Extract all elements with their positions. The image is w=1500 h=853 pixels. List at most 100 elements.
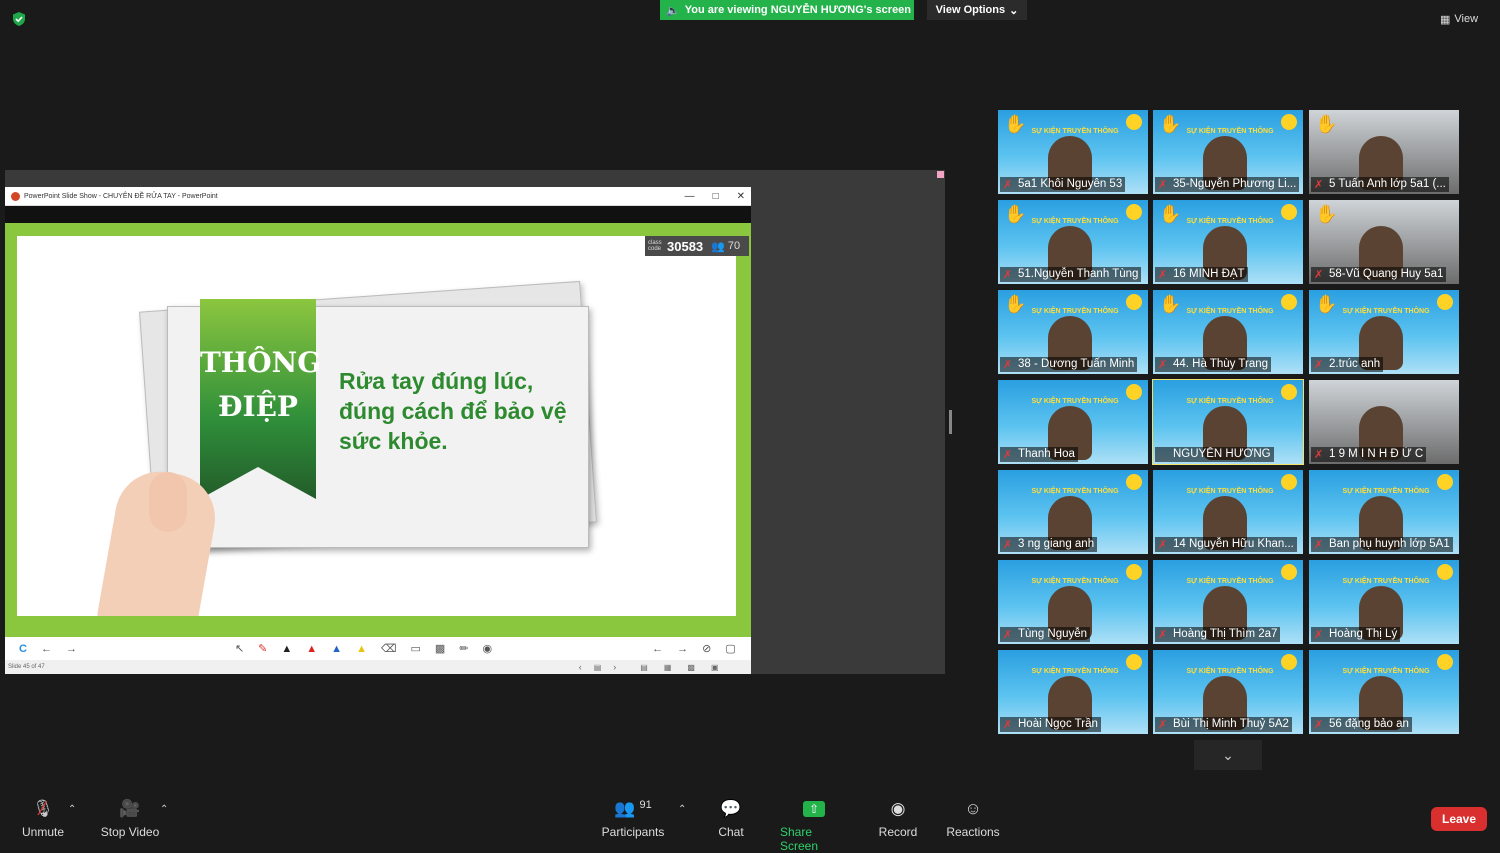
video-options-caret[interactable]: ⌃ [160,804,168,815]
participant-tile[interactable]: SỰ KIỆN TRUYỀN THÔNG Hoàng Thị Lý ✗ [1309,560,1459,644]
tile-banner: SỰ KIỆN TRUYỀN THÔNG [1031,488,1119,495]
pointer-icon[interactable]: ↖ [235,642,244,655]
tile-banner: SỰ KIỆN TRUYỀN THÔNG [1186,578,1274,585]
participant-tile[interactable]: ✋ 58-Vũ Quang Huy 5a1 ✗ [1309,200,1459,284]
eraser-icon[interactable]: ⌫ [381,642,397,655]
fullscreen-icon[interactable]: ▢ [725,642,735,655]
classpoint-code-badge: class code 30583 👥 70 [645,236,749,256]
participant-tile[interactable]: SỰ KIỆN TRUYỀN THÔNG Bùi Thị Minh Thuỷ 5A… [1153,650,1303,734]
participant-name: 38 - Dương Tuấn Minh [1000,357,1138,372]
status-bar: Slide 45 of 47 ‹ ▤ › ▤ ▦ ▩ ▣ [5,660,751,674]
next-icon[interactable]: › [613,662,616,672]
leave-button[interactable]: Leave [1431,807,1487,831]
tile-banner: SỰ KIỆN TRUYỀN THÔNG [1342,488,1430,495]
slide-heading: THÔNG ĐIỆP [200,341,321,429]
participant-tile[interactable]: SỰ KIỆN TRUYỀN THÔNG 3 ng giang anh ✗ [998,470,1148,554]
tile-banner: SỰ KIỆN TRUYỀN THÔNG [1031,668,1119,675]
forward-arrow-icon[interactable]: → [66,643,77,655]
slideshow-toolbar: C ← → ↖ ✎ ▲ ▲ ▲ ▲ ⌫ ▭ ▩ ✏ ◉ ← → ⊘ ▢ [5,637,751,660]
more-participants-button[interactable]: ⌄ [1194,740,1262,770]
participant-tile[interactable]: SỰ KIỆN TRUYỀN THÔNG ✋ 5a1 Khôi Nguyên 53 ✗ [998,110,1148,194]
participant-tile[interactable]: 1 9 M I N H Đ Ứ C ✗ [1309,380,1459,464]
view-options-button[interactable]: View Options ⌄ [927,0,1027,20]
thumb-illustration [149,472,187,532]
people-icon: 👥 [711,240,725,253]
prev-icon[interactable]: ‹ [579,662,582,672]
pen-black-icon[interactable]: ▲ [281,643,292,655]
unmute-label: Unmute [21,825,65,839]
participant-tile[interactable]: SỰ KIỆN TRUYỀN THÔNG ✋ 51.Nguyễn Thanh Tùn… [998,200,1148,284]
tile-banner: SỰ KIỆN TRUYỀN THÔNG [1186,488,1274,495]
participant-tile[interactable]: SỰ KIỆN TRUYỀN THÔNG ✋ 38 - Dương Tuấn Min… [998,290,1148,374]
hide-icon[interactable]: ⊘ [702,642,711,655]
security-shield-icon[interactable] [11,11,27,27]
tile-banner: SỰ KIỆN TRUYỀN THÔNG [1186,218,1274,225]
maximize-icon[interactable]: □ [713,191,719,202]
laser-icon[interactable]: ✎ [258,642,267,655]
raised-hand-icon: ✋ [1159,204,1182,224]
participant-tile[interactable]: SỰ KIỆN TRUYỀN THÔNG Tùng Nguyễn ✗ [998,560,1148,644]
participant-tile[interactable]: SỰ KIỆN TRUYỀN THÔNG ✋ 2.trúc anh ✗ [1309,290,1459,374]
participant-tile[interactable]: SỰ KIỆN TRUYỀN THÔNG ✋ 35-Nguyễn Phương Li… [1153,110,1303,194]
unmute-button[interactable]: 🎙 ∕ Unmute [20,797,66,853]
back-arrow-icon[interactable]: ← [41,643,52,655]
tile-banner: SỰ KIỆN TRUYỀN THÔNG [1031,578,1119,585]
share-screen-label: Share Screen [780,825,819,853]
participant-tile[interactable]: SỰ KIỆN TRUYỀN THÔNG Hoài Ngọc Trần ✗ [998,650,1148,734]
stop-video-button[interactable]: 🎥 Stop Video [100,799,160,853]
tile-banner: SỰ KIỆN TRUYỀN THÔNG [1186,128,1274,135]
participant-tile[interactable]: SỰ KIỆN TRUYỀN THÔNG ✋ 16 MINH ĐẠT ✗ [1153,200,1303,284]
reactions-label: Reactions [946,825,1000,839]
award-icon[interactable]: ◉ [483,642,493,655]
slide-counter: Slide 45 of 47 [8,664,45,670]
chat-icon: 💬 [720,799,742,818]
muted-mic-icon: ✗ [1314,629,1324,641]
participant-tile[interactable]: ✋ 5 Tuấn Anh lớp 5a1 (... ✗ [1309,110,1459,194]
reactions-button[interactable]: ☺ Reactions [946,799,1000,853]
classpoint-icon[interactable]: C [19,643,27,655]
participant-name: 44. Hà Thùy Trang [1155,357,1272,372]
view-label: View [1454,13,1479,25]
record-label: Record [878,825,918,839]
slideshow-view-icon[interactable]: ▣ [711,663,719,672]
participants-button[interactable]: 👥 91 Participants [602,799,665,853]
record-button[interactable]: ◉ Record [876,799,920,853]
muted-mic-icon: ✗ [1158,269,1168,281]
participant-name: 1 9 M I N H Đ Ứ C [1311,447,1427,462]
resize-handle[interactable] [949,410,952,434]
share-screen-button[interactable]: ⇧ Share Screen [780,799,848,853]
reading-view-icon[interactable]: ▩ [687,663,695,672]
muted-mic-icon: 🎙 ∕ [32,797,54,820]
participant-tile[interactable]: SỰ KIỆN TRUYỀN THÔNG Ban phụ huynh lớp 5A… [1309,470,1459,554]
minimize-icon[interactable]: — [685,191,695,202]
draw-icon[interactable]: ✏ [459,642,468,655]
highlighter-icon[interactable]: ▲ [356,643,367,655]
menu-icon[interactable]: ▤ [594,663,602,672]
view-button[interactable]: ▦ View [1440,10,1478,28]
chat-label: Chat [718,825,744,839]
close-icon[interactable]: ✕ [737,191,745,202]
participant-tile[interactable]: SỰ KIỆN TRUYỀN THÔNG ✋ 44. Hà Thùy Trang ✗ [1153,290,1303,374]
participant-tile[interactable]: SỰ KIỆN TRUYỀN THÔNG NGUYỄN HƯƠNG [1152,379,1304,465]
sorter-view-icon[interactable]: ▦ [664,663,672,672]
muted-mic-icon: ✗ [1158,359,1168,371]
next-slide-icon[interactable]: → [677,643,688,655]
participant-tile[interactable]: SỰ KIỆN TRUYỀN THÔNG Hoàng Thị Thìm 2a7 ✗ [1153,560,1303,644]
participant-name: 5 Tuấn Anh lớp 5a1 (... [1311,177,1449,192]
whiteboard-icon[interactable]: ▭ [411,642,421,655]
quiz-icon[interactable]: ▩ [435,642,445,655]
pen-blue-icon[interactable]: ▲ [331,643,342,655]
participant-tile[interactable]: SỰ KIỆN TRUYỀN THÔNG 56 đặng bảo an ✗ [1309,650,1459,734]
normal-view-icon[interactable]: ▤ [640,663,648,672]
pen-red-icon[interactable]: ▲ [306,643,317,655]
participant-tile[interactable]: SỰ KIỆN TRUYỀN THÔNG Thanh Hoa ✗ [998,380,1148,464]
audio-options-caret[interactable]: ⌃ [68,804,76,815]
participant-name: 51.Nguyễn Thanh Tùng [1000,267,1142,282]
raised-hand-icon: ✋ [1315,114,1338,134]
participant-tile[interactable]: SỰ KIỆN TRUYỀN THÔNG 14 Nguyễn Hữu Khan..… [1153,470,1303,554]
view-options-label: View Options [935,4,1006,16]
participants-options-caret[interactable]: ⌃ [678,804,686,815]
chat-button[interactable]: 💬 Chat [712,799,750,853]
prev-slide-icon[interactable]: ← [652,643,663,655]
tile-banner: SỰ KIỆN TRUYỀN THÔNG [1186,398,1274,405]
